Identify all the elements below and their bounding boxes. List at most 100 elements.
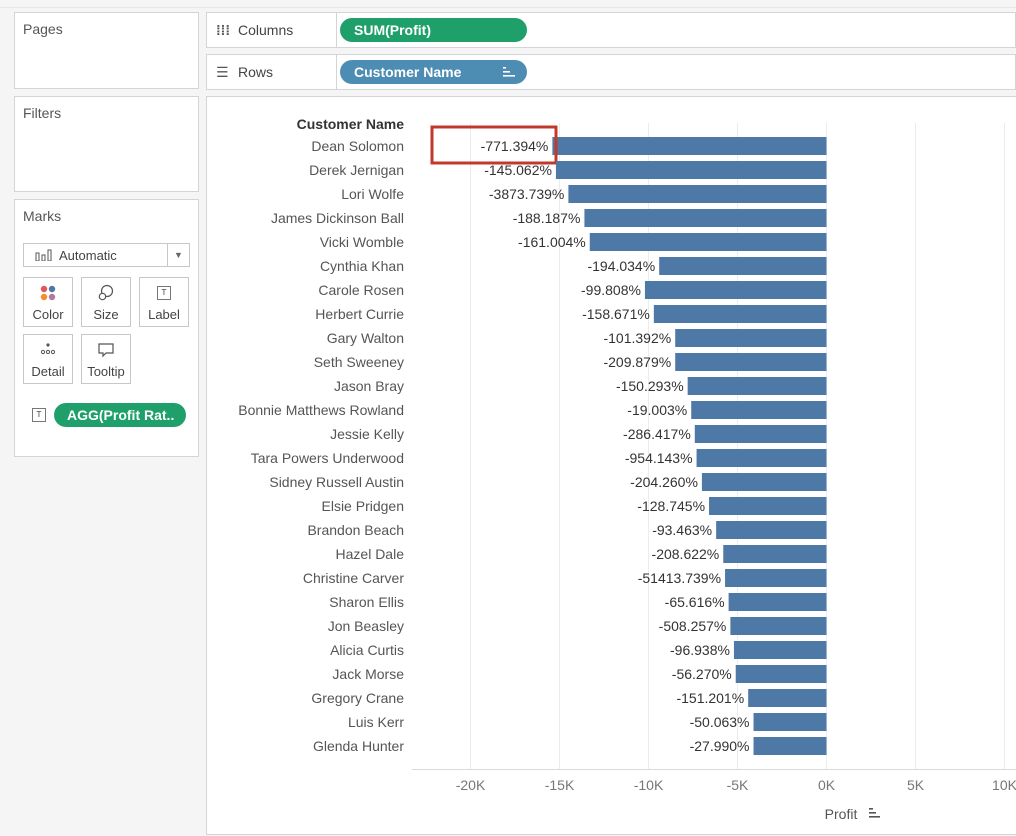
bar[interactable] xyxy=(716,521,827,539)
bar-label: -771.394% xyxy=(481,138,549,154)
color-button[interactable]: Color xyxy=(23,277,73,327)
label-button[interactable]: T Label xyxy=(139,277,189,327)
bar[interactable] xyxy=(552,137,827,155)
profit-ratio-pill[interactable]: AGG(Profit Rat.. xyxy=(54,403,186,427)
row-label[interactable]: Alicia Curtis xyxy=(330,642,404,658)
filters-title: Filters xyxy=(23,105,62,121)
bar[interactable] xyxy=(748,689,827,707)
customer-name-pill-label: Customer Name xyxy=(354,64,462,80)
bar-label: -50.063% xyxy=(690,714,750,730)
bar[interactable] xyxy=(644,281,827,299)
bar[interactable] xyxy=(675,353,827,371)
rows-shelf-label: ☰ Rows xyxy=(206,54,337,90)
bar[interactable] xyxy=(730,617,827,635)
customer-name-pill[interactable]: Customer Name xyxy=(340,60,527,84)
bar[interactable] xyxy=(728,593,827,611)
row-label[interactable]: Christine Carver xyxy=(303,570,404,586)
columns-shelf-label: ⁞⁞⁞ Columns xyxy=(206,12,337,48)
bar[interactable] xyxy=(568,185,827,203)
chevron-down-icon[interactable]: ▼ xyxy=(167,244,189,266)
row-label[interactable]: Brandon Beach xyxy=(307,522,404,538)
bar[interactable] xyxy=(696,449,827,467)
bar-label: -150.293% xyxy=(616,378,684,394)
bar-label: -508.257% xyxy=(659,618,727,634)
color-label: Color xyxy=(32,307,64,322)
bar[interactable] xyxy=(555,161,827,179)
row-label[interactable]: Jack Morse xyxy=(332,666,404,682)
row-label[interactable]: Hazel Dale xyxy=(336,546,405,562)
bar-chart[interactable]: Customer Name Dean Solomon -771.394% Derek … xyxy=(207,97,1016,836)
marks-card: Marks Automatic ▼ Color Size T Label Det… xyxy=(14,199,199,457)
row-label[interactable]: Bonnie Matthews Rowland xyxy=(238,402,404,418)
bar[interactable] xyxy=(709,497,827,515)
bar[interactable] xyxy=(701,473,827,491)
row-label[interactable]: Gary Walton xyxy=(327,330,404,346)
axis-sort-icon[interactable] xyxy=(869,808,880,818)
bar-chart-icon xyxy=(35,249,52,261)
x-tick-label: 5K xyxy=(907,777,925,793)
bar[interactable] xyxy=(653,305,827,323)
row-label[interactable]: Tara Powers Underwood xyxy=(251,450,404,466)
tooltip-button[interactable]: Tooltip xyxy=(81,334,131,384)
pages-title: Pages xyxy=(23,21,63,37)
columns-label: Columns xyxy=(238,22,294,38)
row-label[interactable]: Lori Wolfe xyxy=(341,186,404,202)
row-label[interactable]: Jessie Kelly xyxy=(330,426,404,442)
row-label[interactable]: Sidney Russell Austin xyxy=(269,474,404,490)
bar-label: -204.260% xyxy=(630,474,698,490)
bar[interactable] xyxy=(659,257,827,275)
bar[interactable] xyxy=(687,377,827,395)
x-tick-label: -20K xyxy=(456,777,486,793)
pages-card[interactable]: Pages xyxy=(14,12,199,89)
row-label[interactable]: Glenda Hunter xyxy=(313,738,404,754)
bar[interactable] xyxy=(691,401,827,419)
bar-label: -286.417% xyxy=(623,426,691,442)
bar[interactable] xyxy=(694,425,827,443)
row-label[interactable]: Dean Solomon xyxy=(311,138,404,154)
mark-type-label: Automatic xyxy=(59,248,117,263)
bar[interactable] xyxy=(753,713,827,731)
tooltip-label: Tooltip xyxy=(87,364,125,379)
bar[interactable] xyxy=(589,233,827,251)
bar-label: -56.270% xyxy=(672,666,732,682)
speech-bubble-icon xyxy=(98,343,114,358)
size-label: Size xyxy=(93,307,119,322)
bar-label: -93.463% xyxy=(652,522,712,538)
x-tick-label: -10K xyxy=(634,777,664,793)
view-area[interactable]: Customer Name Dean Solomon -771.394% Derek … xyxy=(206,96,1016,835)
row-label[interactable]: Herbert Currie xyxy=(315,306,404,322)
size-button[interactable]: Size xyxy=(81,277,131,327)
bar[interactable] xyxy=(733,641,827,659)
bar-label: -3873.739% xyxy=(489,186,565,202)
rows-icon: ☰ xyxy=(216,64,229,80)
row-label[interactable]: Seth Sweeney xyxy=(314,354,404,370)
row-label[interactable]: Carole Rosen xyxy=(318,282,404,298)
sort-descending-icon[interactable] xyxy=(503,67,515,77)
bar[interactable] xyxy=(584,209,827,227)
row-label[interactable]: Luis Kerr xyxy=(348,714,404,730)
detail-label: Detail xyxy=(31,364,65,379)
row-label[interactable]: Jason Bray xyxy=(334,378,404,394)
bar[interactable] xyxy=(675,329,827,347)
size-icon xyxy=(98,284,114,301)
bar-label: -19.003% xyxy=(627,402,687,418)
row-label[interactable]: Cynthia Khan xyxy=(320,258,404,274)
sum-profit-pill[interactable]: SUM(Profit) xyxy=(340,18,527,42)
row-label[interactable]: Sharon Ellis xyxy=(329,594,404,610)
row-label[interactable]: Vicki Womble xyxy=(320,234,405,250)
detail-button[interactable]: Detail xyxy=(23,334,73,384)
row-label[interactable]: Jon Beasley xyxy=(328,618,404,634)
row-label[interactable]: Gregory Crane xyxy=(311,690,404,706)
row-label[interactable]: Derek Jernigan xyxy=(309,162,404,178)
bar[interactable] xyxy=(735,665,827,683)
row-label[interactable]: Elsie Pridgen xyxy=(322,498,405,514)
filters-card[interactable]: Filters xyxy=(14,96,199,192)
bar-label: -954.143% xyxy=(625,450,693,466)
row-label[interactable]: James Dickinson Ball xyxy=(271,210,404,226)
bar[interactable] xyxy=(723,545,827,563)
bar[interactable] xyxy=(725,569,827,587)
mark-type-dropdown[interactable]: Automatic ▼ xyxy=(23,243,190,267)
color-dots-icon xyxy=(40,285,56,301)
bar-label: -65.616% xyxy=(665,594,725,610)
bar[interactable] xyxy=(753,737,827,755)
